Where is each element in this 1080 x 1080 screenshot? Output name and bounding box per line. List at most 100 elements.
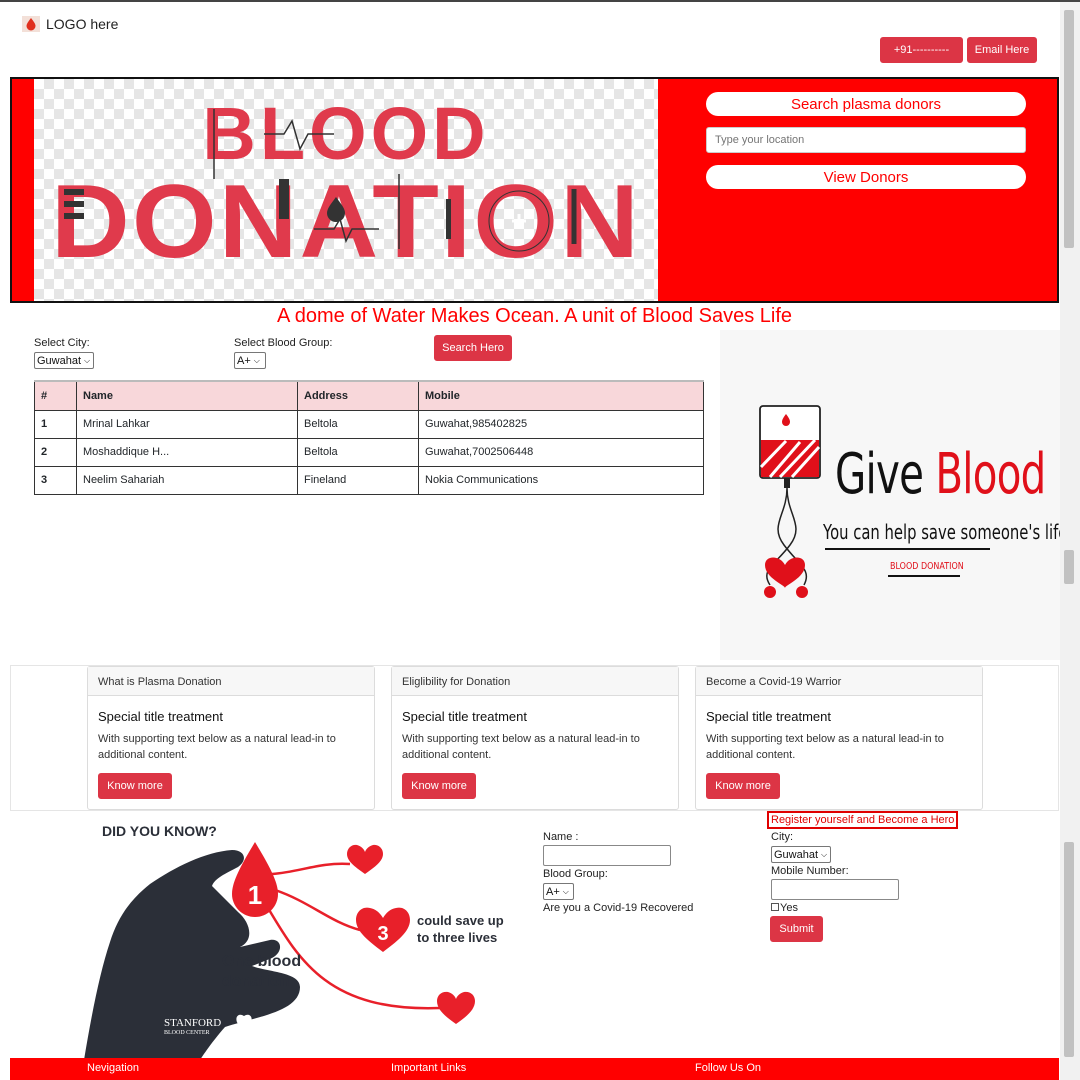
reg-blood-group-label: Blood Group:: [543, 868, 608, 880]
chevron-down-icon: ⌵: [253, 355, 260, 365]
drop-number-one: 1: [248, 880, 262, 910]
card-text: With supporting text below as a natural …: [402, 733, 640, 761]
card-text: With supporting text below as a natural …: [98, 733, 336, 761]
card-header: Become a Covid-19 Warrior: [696, 667, 982, 696]
donor-table: # Name Address Mobile 1 Mrinal Lahkar Be…: [34, 380, 704, 495]
card-header: What is Plasma Donation: [88, 667, 374, 696]
phone-button[interactable]: +91----------: [880, 37, 963, 63]
donor-mobile: Guwahat,7002506448: [418, 437, 704, 467]
scrollbar-thumb[interactable]: [1064, 10, 1074, 248]
row-number: 3: [34, 465, 77, 495]
footer: Nevigation Important Links Follow Us On: [10, 1058, 1059, 1080]
one-blood-line-1: One blood: [222, 953, 301, 970]
know-more-button[interactable]: Know more: [706, 773, 780, 799]
reg-city-value: Guwahat: [774, 848, 819, 861]
search-hero-button[interactable]: Search Hero: [434, 335, 512, 361]
covid-question: Are you a Covid-19 Recovered: [543, 902, 694, 914]
name-input[interactable]: [543, 845, 671, 866]
hero-banner: BLOOD DONATION Search plasma donors View…: [10, 77, 1059, 303]
reg-blood-group-select[interactable]: A+ ⌵: [543, 883, 574, 900]
page-scrollbar[interactable]: [1060, 2, 1080, 1080]
table-row: 2 Moshaddique H... Beltola Guwahat,70025…: [34, 437, 704, 467]
city-select[interactable]: Guwahat ⌵: [34, 352, 94, 369]
table-row: 3 Neelim Sahariah Fineland Nokia Communi…: [34, 465, 704, 495]
footer-follow-us[interactable]: Follow Us On: [695, 1062, 761, 1074]
location-input[interactable]: [706, 127, 1026, 153]
donor-mobile: Guwahat,985402825: [418, 409, 704, 439]
logo-text: LOGO here: [46, 16, 119, 32]
scrollbar-thumb-lower[interactable]: [1064, 842, 1074, 1057]
banner-blood-text: BLOOD: [202, 92, 489, 175]
row-number: 1: [34, 409, 77, 439]
reg-city-label: City:: [771, 831, 793, 843]
search-plasma-donors-button[interactable]: Search plasma donors: [706, 92, 1026, 116]
donor-name: Neelim Sahariah: [76, 465, 298, 495]
blood-donation-banner-image: BLOOD DONATION: [34, 79, 658, 301]
chevron-down-icon: ⌵: [821, 849, 828, 859]
column-header: Address: [297, 380, 419, 411]
heart-top: [347, 844, 383, 874]
city-label: Select City:: [34, 337, 90, 349]
yes-label: Yes: [780, 902, 798, 914]
email-button[interactable]: Email Here: [967, 37, 1037, 63]
donor-name: Moshaddique H...: [76, 437, 298, 467]
save-text-line-1: could save up: [417, 913, 504, 928]
column-header: Name: [76, 380, 298, 411]
one-blood-line-2: donation: [222, 973, 290, 990]
card-title: Special title treatment: [402, 709, 528, 724]
donor-mobile: Nokia Communications: [418, 465, 704, 495]
card-eligibility: Eliglibility for Donation Special title …: [391, 666, 679, 810]
save-text-line-2: to three lives: [417, 930, 497, 945]
donor-address: Beltola: [297, 409, 419, 439]
city-select-value: Guwahat: [37, 354, 82, 367]
heart-number-three: 3: [377, 923, 388, 945]
blood-group-select-value: A+: [237, 354, 251, 367]
footer-navigation-link[interactable]: Nevigation: [87, 1062, 139, 1074]
tagline: A dome of Water Makes Ocean. A unit of B…: [276, 305, 793, 327]
logo[interactable]: LOGO here: [22, 16, 118, 32]
footer-important-links[interactable]: Important Links: [391, 1062, 466, 1074]
chevron-down-icon: ⌵: [562, 886, 569, 896]
card-title: Special title treatment: [98, 709, 224, 724]
column-header: Mobile: [418, 380, 704, 411]
blood-donation-graphic: BLOOD DONATION: [51, 92, 639, 280]
blood-drop-logo-icon: [22, 16, 40, 32]
stanford-heart-logo: [236, 1014, 252, 1030]
blood-group-label: Select Blood Group:: [234, 337, 333, 349]
chevron-down-icon: ⌵: [84, 355, 91, 365]
give-blood-illustration: Give Blood You can help save someone's l…: [720, 330, 1067, 660]
card-header: Eliglibility for Donation: [392, 667, 678, 696]
know-more-button[interactable]: Know more: [98, 773, 172, 799]
heart-bottom: [437, 991, 475, 1024]
divider: [825, 548, 990, 550]
give-blood-small-caption: BLOOD DONATION: [890, 561, 964, 572]
card-covid-warrior: Become a Covid-19 Warrior Special title …: [695, 666, 983, 810]
give-blood-title: Give Blood: [835, 442, 1046, 507]
donor-address: Beltola: [297, 437, 419, 467]
scrollbar-thumb-secondary[interactable]: [1064, 550, 1074, 584]
card-plasma-donation: What is Plasma Donation Special title tr…: [87, 666, 375, 810]
divider: [888, 575, 960, 577]
mobile-input[interactable]: [771, 879, 899, 900]
window-top-border: [0, 0, 1080, 2]
give-word: Give: [835, 442, 924, 507]
register-title: Register yourself and Become a Hero: [767, 811, 959, 829]
submit-button[interactable]: Submit: [770, 916, 823, 942]
donor-name: Mrinal Lahkar: [76, 409, 298, 439]
view-donors-button[interactable]: View Donors: [706, 165, 1026, 189]
column-header: #: [34, 380, 77, 411]
know-more-button[interactable]: Know more: [402, 773, 476, 799]
reg-city-select[interactable]: Guwahat ⌵: [771, 846, 831, 863]
give-blood-subtitle: You can help save someone's life: [823, 520, 1068, 544]
card-title: Special title treatment: [706, 709, 832, 724]
table-header-row: # Name Address Mobile: [34, 380, 704, 411]
mobile-label: Mobile Number:: [771, 865, 849, 877]
donor-address: Fineland: [297, 465, 419, 495]
stanford-subtext: BLOOD CENTER: [164, 1030, 210, 1036]
stanford-text: STANFORD: [164, 1017, 221, 1029]
row-number: 2: [34, 437, 77, 467]
reg-blood-group-value: A+: [546, 885, 560, 898]
blood-group-select[interactable]: A+ ⌵: [234, 352, 266, 369]
covid-recovered-checkbox[interactable]: [771, 903, 779, 911]
card-text: With supporting text below as a natural …: [706, 733, 944, 761]
